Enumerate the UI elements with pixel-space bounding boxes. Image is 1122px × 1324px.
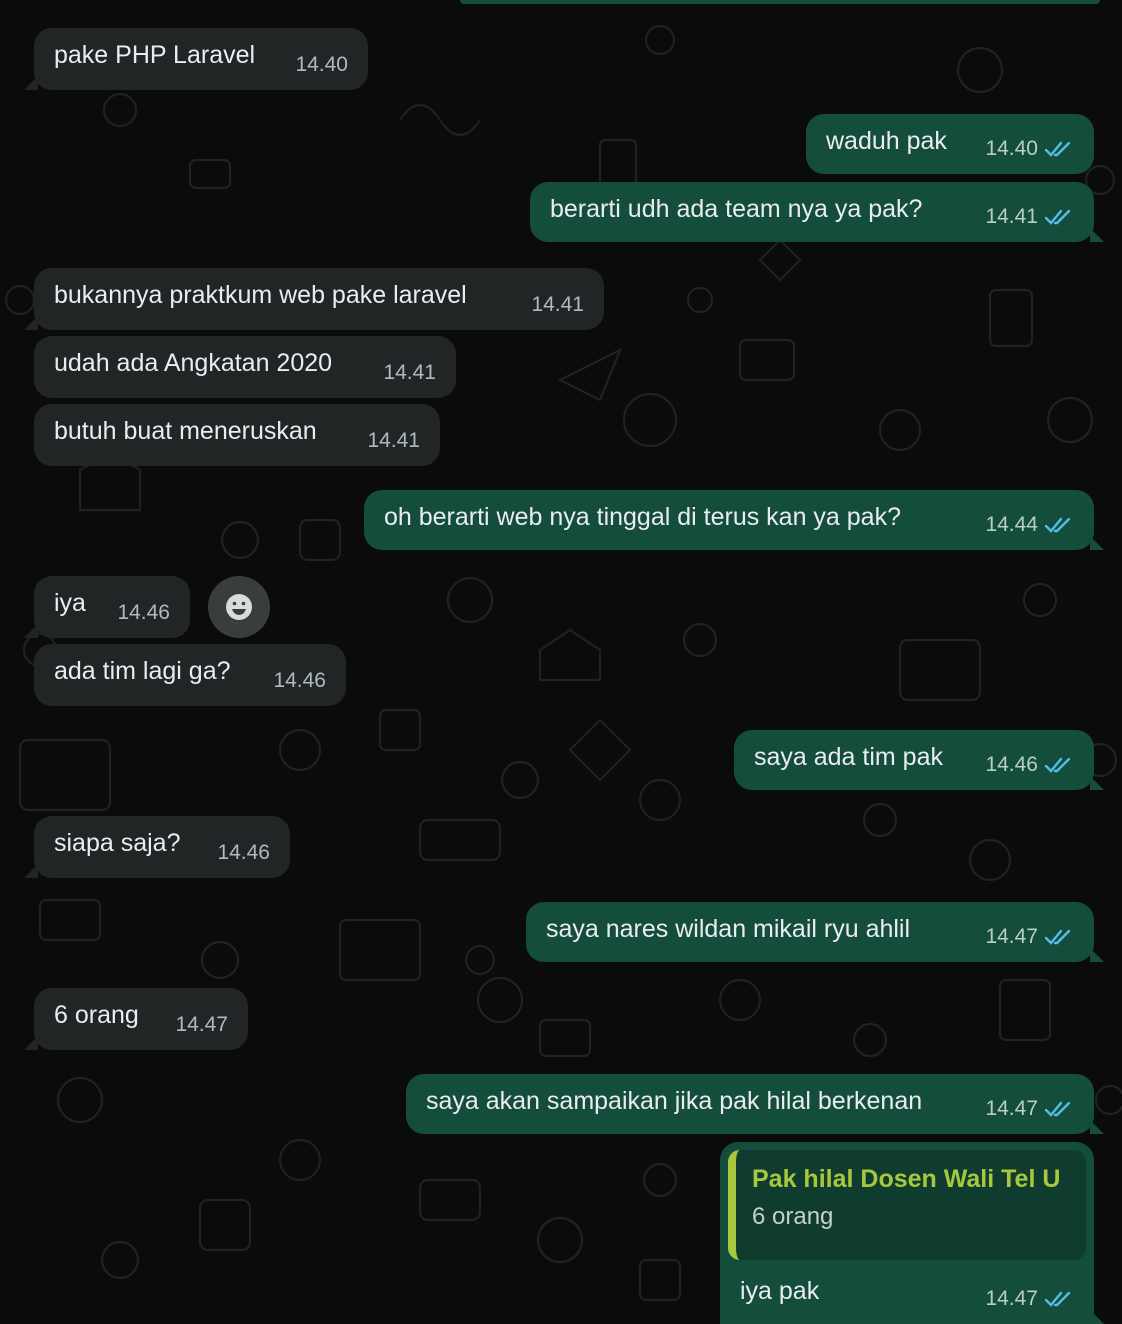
message-time: 14.46 — [273, 669, 326, 692]
message-text: siapa saja? — [54, 829, 181, 857]
outgoing-message[interactable]: oh berarti web nya tinggal di terus kan … — [364, 490, 1104, 550]
message-time: 14.47 — [985, 1287, 1038, 1310]
read-receipt-icon — [1044, 1291, 1071, 1307]
incoming-message[interactable]: bukannya praktkum web pake laravel 14.41 — [24, 268, 604, 330]
message-time: 14.40 — [295, 53, 348, 76]
message-text: pake PHP Laravel — [54, 41, 256, 69]
outgoing-reply-message[interactable]: Pak hilal Dosen Wali Tel U 6 orang iya p… — [720, 1142, 1104, 1324]
quoted-author: Pak hilal Dosen Wali Tel U — [752, 1165, 1061, 1193]
message-time: 14.44 — [985, 513, 1038, 536]
incoming-message[interactable]: pake PHP Laravel 14.40 — [24, 28, 368, 90]
chat-window: pake PHP Laravel 14.40 waduh pak 14.40 b… — [0, 0, 1122, 1324]
message-time: 14.47 — [985, 925, 1038, 948]
quoted-message[interactable]: Pak hilal Dosen Wali Tel U 6 orang — [728, 1150, 1086, 1260]
smiley-icon — [226, 594, 252, 620]
message-time: 14.47 — [175, 1013, 228, 1036]
message-text: iya pak — [740, 1277, 820, 1305]
incoming-message[interactable]: siapa saja? 14.46 — [24, 816, 290, 878]
outgoing-message[interactable]: saya nares wildan mikail ryu ahlil 14.47 — [526, 902, 1104, 962]
message-text: ada tim lagi ga? — [54, 657, 231, 685]
incoming-message[interactable]: iya 14.46 — [24, 576, 190, 638]
message-time: 14.40 — [985, 137, 1038, 160]
read-receipt-icon — [1044, 141, 1071, 157]
outgoing-message[interactable]: saya akan sampaikan jika pak hilal berke… — [406, 1074, 1104, 1134]
message-time: 14.46 — [117, 601, 170, 624]
read-receipt-icon — [1044, 1101, 1071, 1117]
message-text: oh berarti web nya tinggal di terus kan … — [384, 503, 901, 531]
read-receipt-icon — [1044, 517, 1071, 533]
message-text: iya — [54, 589, 86, 617]
message-text: saya ada tim pak — [754, 743, 943, 771]
message-time: 14.41 — [367, 429, 420, 452]
read-receipt-icon — [1044, 929, 1071, 945]
quoted-text: 6 orang — [752, 1203, 834, 1230]
incoming-message[interactable]: 6 orang 14.47 — [24, 988, 248, 1050]
outgoing-message[interactable]: waduh pak 14.40 — [806, 114, 1094, 174]
message-time: 14.46 — [985, 753, 1038, 776]
message-time: 14.41 — [531, 293, 584, 316]
outgoing-message[interactable]: berarti udh ada team nya ya pak? 14.41 — [530, 182, 1104, 242]
message-text: butuh buat meneruskan — [54, 417, 317, 445]
previous-message-edge — [460, 0, 1100, 4]
message-text: udah ada Angkatan 2020 — [54, 349, 333, 377]
message-text: bukannya praktkum web pake laravel — [54, 281, 467, 309]
incoming-message[interactable]: udah ada Angkatan 2020 14.41 — [34, 336, 456, 398]
outgoing-message[interactable]: saya ada tim pak 14.46 — [734, 730, 1104, 790]
message-time: 14.46 — [217, 841, 270, 864]
message-text: saya nares wildan mikail ryu ahlil — [546, 915, 911, 943]
message-text: waduh pak — [826, 127, 947, 155]
message-text: 6 orang — [54, 1001, 139, 1029]
message-text: berarti udh ada team nya ya pak? — [550, 195, 923, 223]
incoming-message[interactable]: ada tim lagi ga? 14.46 — [34, 644, 346, 706]
incoming-message[interactable]: butuh buat meneruskan 14.41 — [34, 404, 440, 466]
message-time: 14.41 — [985, 205, 1038, 228]
read-receipt-icon — [1044, 757, 1071, 773]
read-receipt-icon — [1044, 209, 1071, 225]
message-time: 14.47 — [985, 1097, 1038, 1120]
add-reaction-button[interactable] — [208, 576, 270, 638]
message-text: saya akan sampaikan jika pak hilal berke… — [426, 1087, 923, 1115]
message-time: 14.41 — [383, 361, 436, 384]
